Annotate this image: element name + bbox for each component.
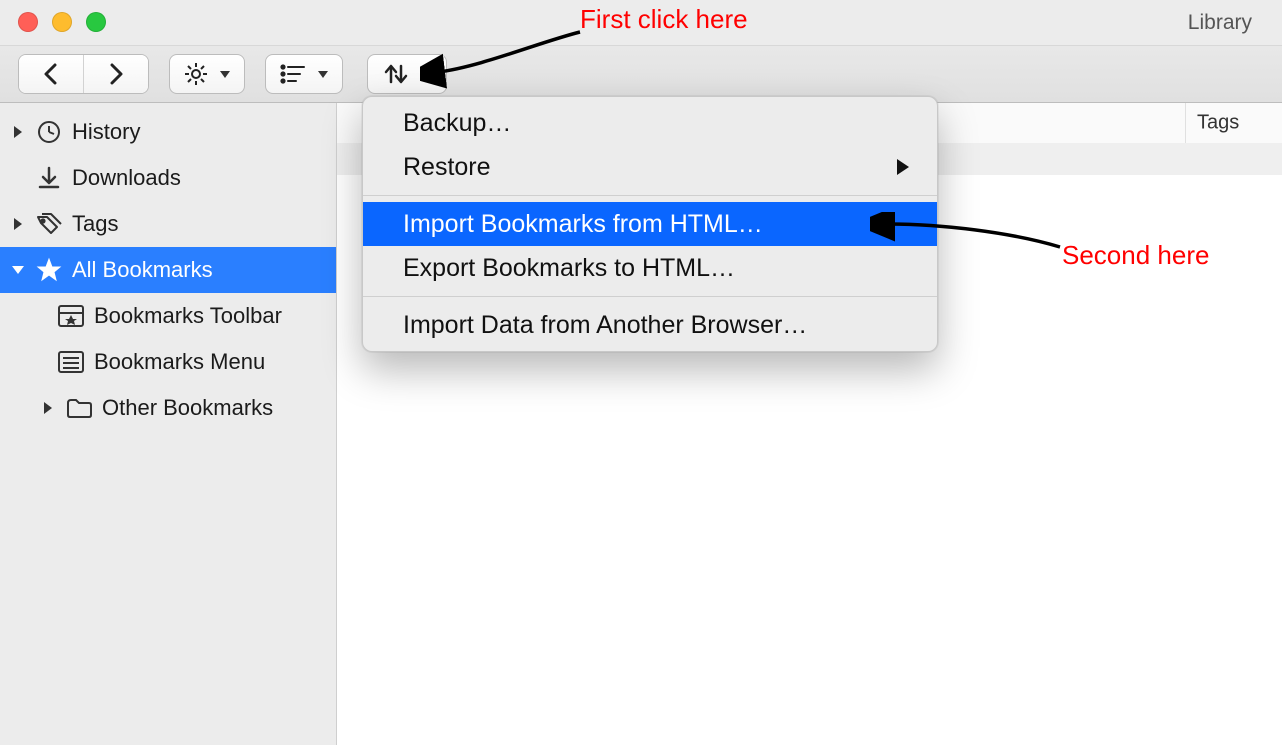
menu-item-label: Restore: [403, 153, 491, 182]
chevron-down-icon: [220, 71, 230, 78]
titlebar: Library: [0, 0, 1282, 46]
nav-group: [18, 54, 149, 94]
chevron-left-icon: [42, 63, 60, 85]
window-title: Library: [1188, 11, 1252, 35]
tag-icon: [34, 211, 64, 237]
star-icon: [34, 257, 64, 283]
menu-item-backup[interactable]: Backup…: [363, 101, 937, 145]
chevron-right-icon: [107, 63, 125, 85]
sidebar-item-label: History: [72, 119, 140, 145]
menu-item-label: Import Bookmarks from HTML…: [403, 210, 763, 239]
sidebar-item-downloads[interactable]: Downloads: [0, 155, 336, 201]
menu-item-import-browser[interactable]: Import Data from Another Browser…: [363, 303, 937, 347]
sidebar-item-tags[interactable]: Tags: [0, 201, 336, 247]
sidebar-item-bookmarks-menu[interactable]: Bookmarks Menu: [0, 339, 336, 385]
clock-icon: [34, 119, 64, 145]
sidebar-item-label: Bookmarks Toolbar: [94, 303, 282, 329]
sidebar-item-label: All Bookmarks: [72, 257, 213, 283]
download-icon: [34, 165, 64, 191]
views-menu-button[interactable]: [265, 54, 343, 94]
zoom-window-button[interactable]: [86, 12, 106, 32]
close-window-button[interactable]: [18, 12, 38, 32]
folder-icon: [64, 396, 94, 420]
bookmarks-toolbar-icon: [56, 304, 86, 328]
sidebar-item-label: Downloads: [72, 165, 181, 191]
list-icon: [280, 64, 306, 84]
gear-icon: [184, 62, 208, 86]
sidebar: History Downloads Tags All Bookmarks: [0, 103, 337, 745]
disclosure-toggle[interactable]: [10, 266, 26, 274]
forward-button[interactable]: [84, 55, 148, 93]
import-export-menu-button[interactable]: [367, 54, 447, 94]
import-export-dropdown: Backup… Restore Import Bookmarks from HT…: [362, 96, 938, 352]
minimize-window-button[interactable]: [52, 12, 72, 32]
menu-item-export-html[interactable]: Export Bookmarks to HTML…: [363, 246, 937, 290]
menu-separator: [363, 296, 937, 297]
menu-separator: [363, 195, 937, 196]
menu-item-label: Import Data from Another Browser…: [403, 311, 807, 340]
menu-item-label: Export Bookmarks to HTML…: [403, 254, 735, 283]
sidebar-item-label: Other Bookmarks: [102, 395, 273, 421]
menu-item-label: Backup…: [403, 109, 511, 138]
menu-item-import-html[interactable]: Import Bookmarks from HTML…: [363, 202, 937, 246]
disclosure-toggle[interactable]: [40, 402, 56, 414]
chevron-down-icon: [422, 71, 432, 78]
sidebar-item-other-bookmarks[interactable]: Other Bookmarks: [0, 385, 336, 431]
sidebar-item-bookmarks-toolbar[interactable]: Bookmarks Toolbar: [0, 293, 336, 339]
column-tags-label[interactable]: Tags: [1197, 112, 1239, 135]
chevron-down-icon: [318, 71, 328, 78]
import-export-icon: [382, 62, 410, 86]
submenu-arrow-icon: [897, 159, 909, 175]
back-button[interactable]: [19, 55, 84, 93]
menu-item-restore[interactable]: Restore: [363, 145, 937, 189]
sidebar-item-label: Bookmarks Menu: [94, 349, 265, 375]
sidebar-item-history[interactable]: History: [0, 109, 336, 155]
sidebar-item-label: Tags: [72, 211, 118, 237]
bookmarks-menu-icon: [56, 350, 86, 374]
disclosure-toggle[interactable]: [10, 218, 26, 230]
toolbar: [0, 46, 1282, 103]
sidebar-item-all-bookmarks[interactable]: All Bookmarks: [0, 247, 336, 293]
window-controls: [18, 12, 106, 32]
organize-menu-button[interactable]: [169, 54, 245, 94]
disclosure-toggle[interactable]: [10, 126, 26, 138]
